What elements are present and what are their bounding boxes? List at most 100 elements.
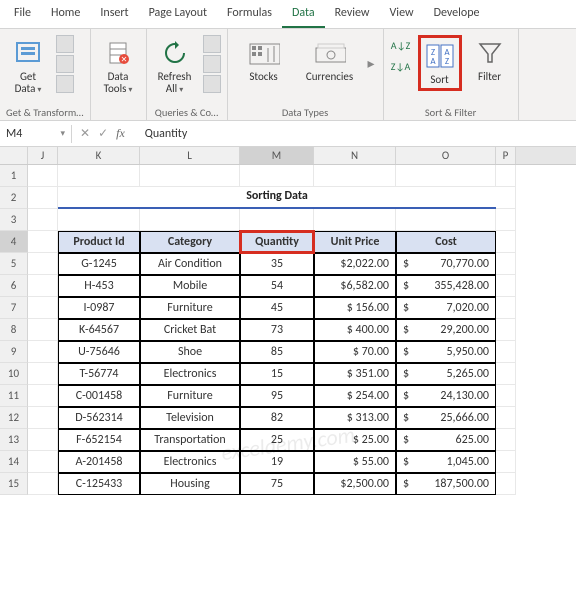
col-O[interactable]: O <box>396 147 496 164</box>
tab-view[interactable]: View <box>380 0 424 28</box>
queries-icon-2[interactable] <box>203 55 221 73</box>
tab-insert[interactable]: Insert <box>90 0 138 28</box>
stocks-button[interactable]: Stocks <box>234 35 294 85</box>
table-cell[interactable]: A-201458 <box>58 451 140 473</box>
formula-input[interactable]: Quantity <box>139 125 576 143</box>
table-cell[interactable]: Mobile <box>140 275 240 297</box>
table-cell[interactable]: Furniture <box>140 385 240 407</box>
table-cell[interactable]: 19 <box>240 451 314 473</box>
cell[interactable] <box>28 407 58 429</box>
cell[interactable] <box>28 253 58 275</box>
table-cell[interactable]: F-652154 <box>58 429 140 451</box>
cell[interactable] <box>496 407 516 429</box>
row-header[interactable]: 9 <box>0 341 28 363</box>
table-cell[interactable]: 73 <box>240 319 314 341</box>
get-data-button[interactable]: Get Data <box>6 35 50 97</box>
cell[interactable] <box>496 231 516 253</box>
cell[interactable] <box>28 363 58 385</box>
cell[interactable] <box>28 451 58 473</box>
cell[interactable] <box>28 275 58 297</box>
enter-icon[interactable]: ✓ <box>98 126 108 141</box>
row-header[interactable]: 10 <box>0 363 28 385</box>
from-table-icon[interactable] <box>56 75 74 93</box>
table-header[interactable]: Category <box>140 231 240 253</box>
col-M[interactable]: M <box>240 147 314 164</box>
table-cell[interactable]: $24,130.00 <box>396 385 496 407</box>
tab-file[interactable]: File <box>4 0 41 28</box>
table-cell[interactable]: $ 351.00 <box>314 363 396 385</box>
table-cell[interactable]: Housing <box>140 473 240 495</box>
table-cell[interactable]: $625.00 <box>396 429 496 451</box>
sort-desc-button[interactable]: Z↓A <box>390 56 412 76</box>
table-cell[interactable]: $5,950.00 <box>396 341 496 363</box>
cell[interactable] <box>496 319 516 341</box>
cell[interactable] <box>28 319 58 341</box>
select-all-triangle[interactable] <box>0 147 28 164</box>
table-cell[interactable]: $187,500.00 <box>396 473 496 495</box>
table-cell[interactable]: $29,200.00 <box>396 319 496 341</box>
table-cell[interactable]: K-64567 <box>58 319 140 341</box>
table-cell[interactable]: $6,582.00 <box>314 275 396 297</box>
table-cell[interactable]: 25 <box>240 429 314 451</box>
tab-home[interactable]: Home <box>41 0 90 28</box>
table-cell[interactable]: 82 <box>240 407 314 429</box>
fx-icon[interactable]: fx <box>116 126 131 141</box>
row-header[interactable]: 6 <box>0 275 28 297</box>
col-P[interactable]: P <box>496 147 516 164</box>
row-header[interactable]: 12 <box>0 407 28 429</box>
cell[interactable] <box>496 451 516 473</box>
from-text-icon[interactable] <box>56 35 74 53</box>
table-header[interactable]: Product Id <box>58 231 140 253</box>
table-cell[interactable]: 45 <box>240 297 314 319</box>
table-header[interactable]: Cost <box>396 231 496 253</box>
cell[interactable] <box>28 473 58 495</box>
table-cell[interactable]: $2,500.00 <box>314 473 396 495</box>
table-cell[interactable]: U-75646 <box>58 341 140 363</box>
table-cell[interactable]: H-453 <box>58 275 140 297</box>
table-cell[interactable]: $ 70.00 <box>314 341 396 363</box>
cell[interactable] <box>28 297 58 319</box>
cell[interactable] <box>496 275 516 297</box>
table-cell[interactable]: $25,666.00 <box>396 407 496 429</box>
row-header[interactable]: 2 <box>0 187 28 209</box>
cancel-icon[interactable]: ✕ <box>80 126 90 141</box>
cell[interactable] <box>496 187 516 209</box>
col-L[interactable]: L <box>140 147 240 164</box>
cell[interactable] <box>240 165 314 187</box>
table-cell[interactable]: Cricket Bat <box>140 319 240 341</box>
row-header[interactable]: 15 <box>0 473 28 495</box>
table-cell[interactable]: 54 <box>240 275 314 297</box>
table-cell[interactable]: Transportation <box>140 429 240 451</box>
currencies-button[interactable]: Currencies <box>300 35 360 85</box>
cell[interactable] <box>496 385 516 407</box>
cell[interactable] <box>28 187 58 209</box>
cell[interactable] <box>140 165 240 187</box>
cell[interactable] <box>314 209 396 231</box>
tab-developer[interactable]: Develope <box>424 0 490 28</box>
table-cell[interactable]: $ 25.00 <box>314 429 396 451</box>
cell[interactable] <box>496 165 516 187</box>
table-cell[interactable]: I-0987 <box>58 297 140 319</box>
table-cell[interactable]: 85 <box>240 341 314 363</box>
cell[interactable] <box>28 209 58 231</box>
table-cell[interactable]: $ 55.00 <box>314 451 396 473</box>
table-cell[interactable]: $355,428.00 <box>396 275 496 297</box>
tab-data[interactable]: Data <box>282 0 325 28</box>
cell[interactable] <box>496 429 516 451</box>
table-cell[interactable]: $2,022.00 <box>314 253 396 275</box>
cell[interactable] <box>496 297 516 319</box>
cell[interactable] <box>28 429 58 451</box>
cell[interactable] <box>58 165 140 187</box>
filter-button[interactable]: Filter <box>468 35 512 85</box>
row-header[interactable]: 7 <box>0 297 28 319</box>
table-cell[interactable]: $ 313.00 <box>314 407 396 429</box>
row-header[interactable]: 8 <box>0 319 28 341</box>
table-cell[interactable]: $1,045.00 <box>396 451 496 473</box>
row-header[interactable]: 1 <box>0 165 28 187</box>
cell[interactable] <box>396 209 496 231</box>
cell[interactable] <box>496 253 516 275</box>
sort-asc-button[interactable]: A↓Z <box>390 35 412 55</box>
table-cell[interactable]: Electronics <box>140 363 240 385</box>
tab-review[interactable]: Review <box>325 0 380 28</box>
table-cell[interactable]: D-562314 <box>58 407 140 429</box>
